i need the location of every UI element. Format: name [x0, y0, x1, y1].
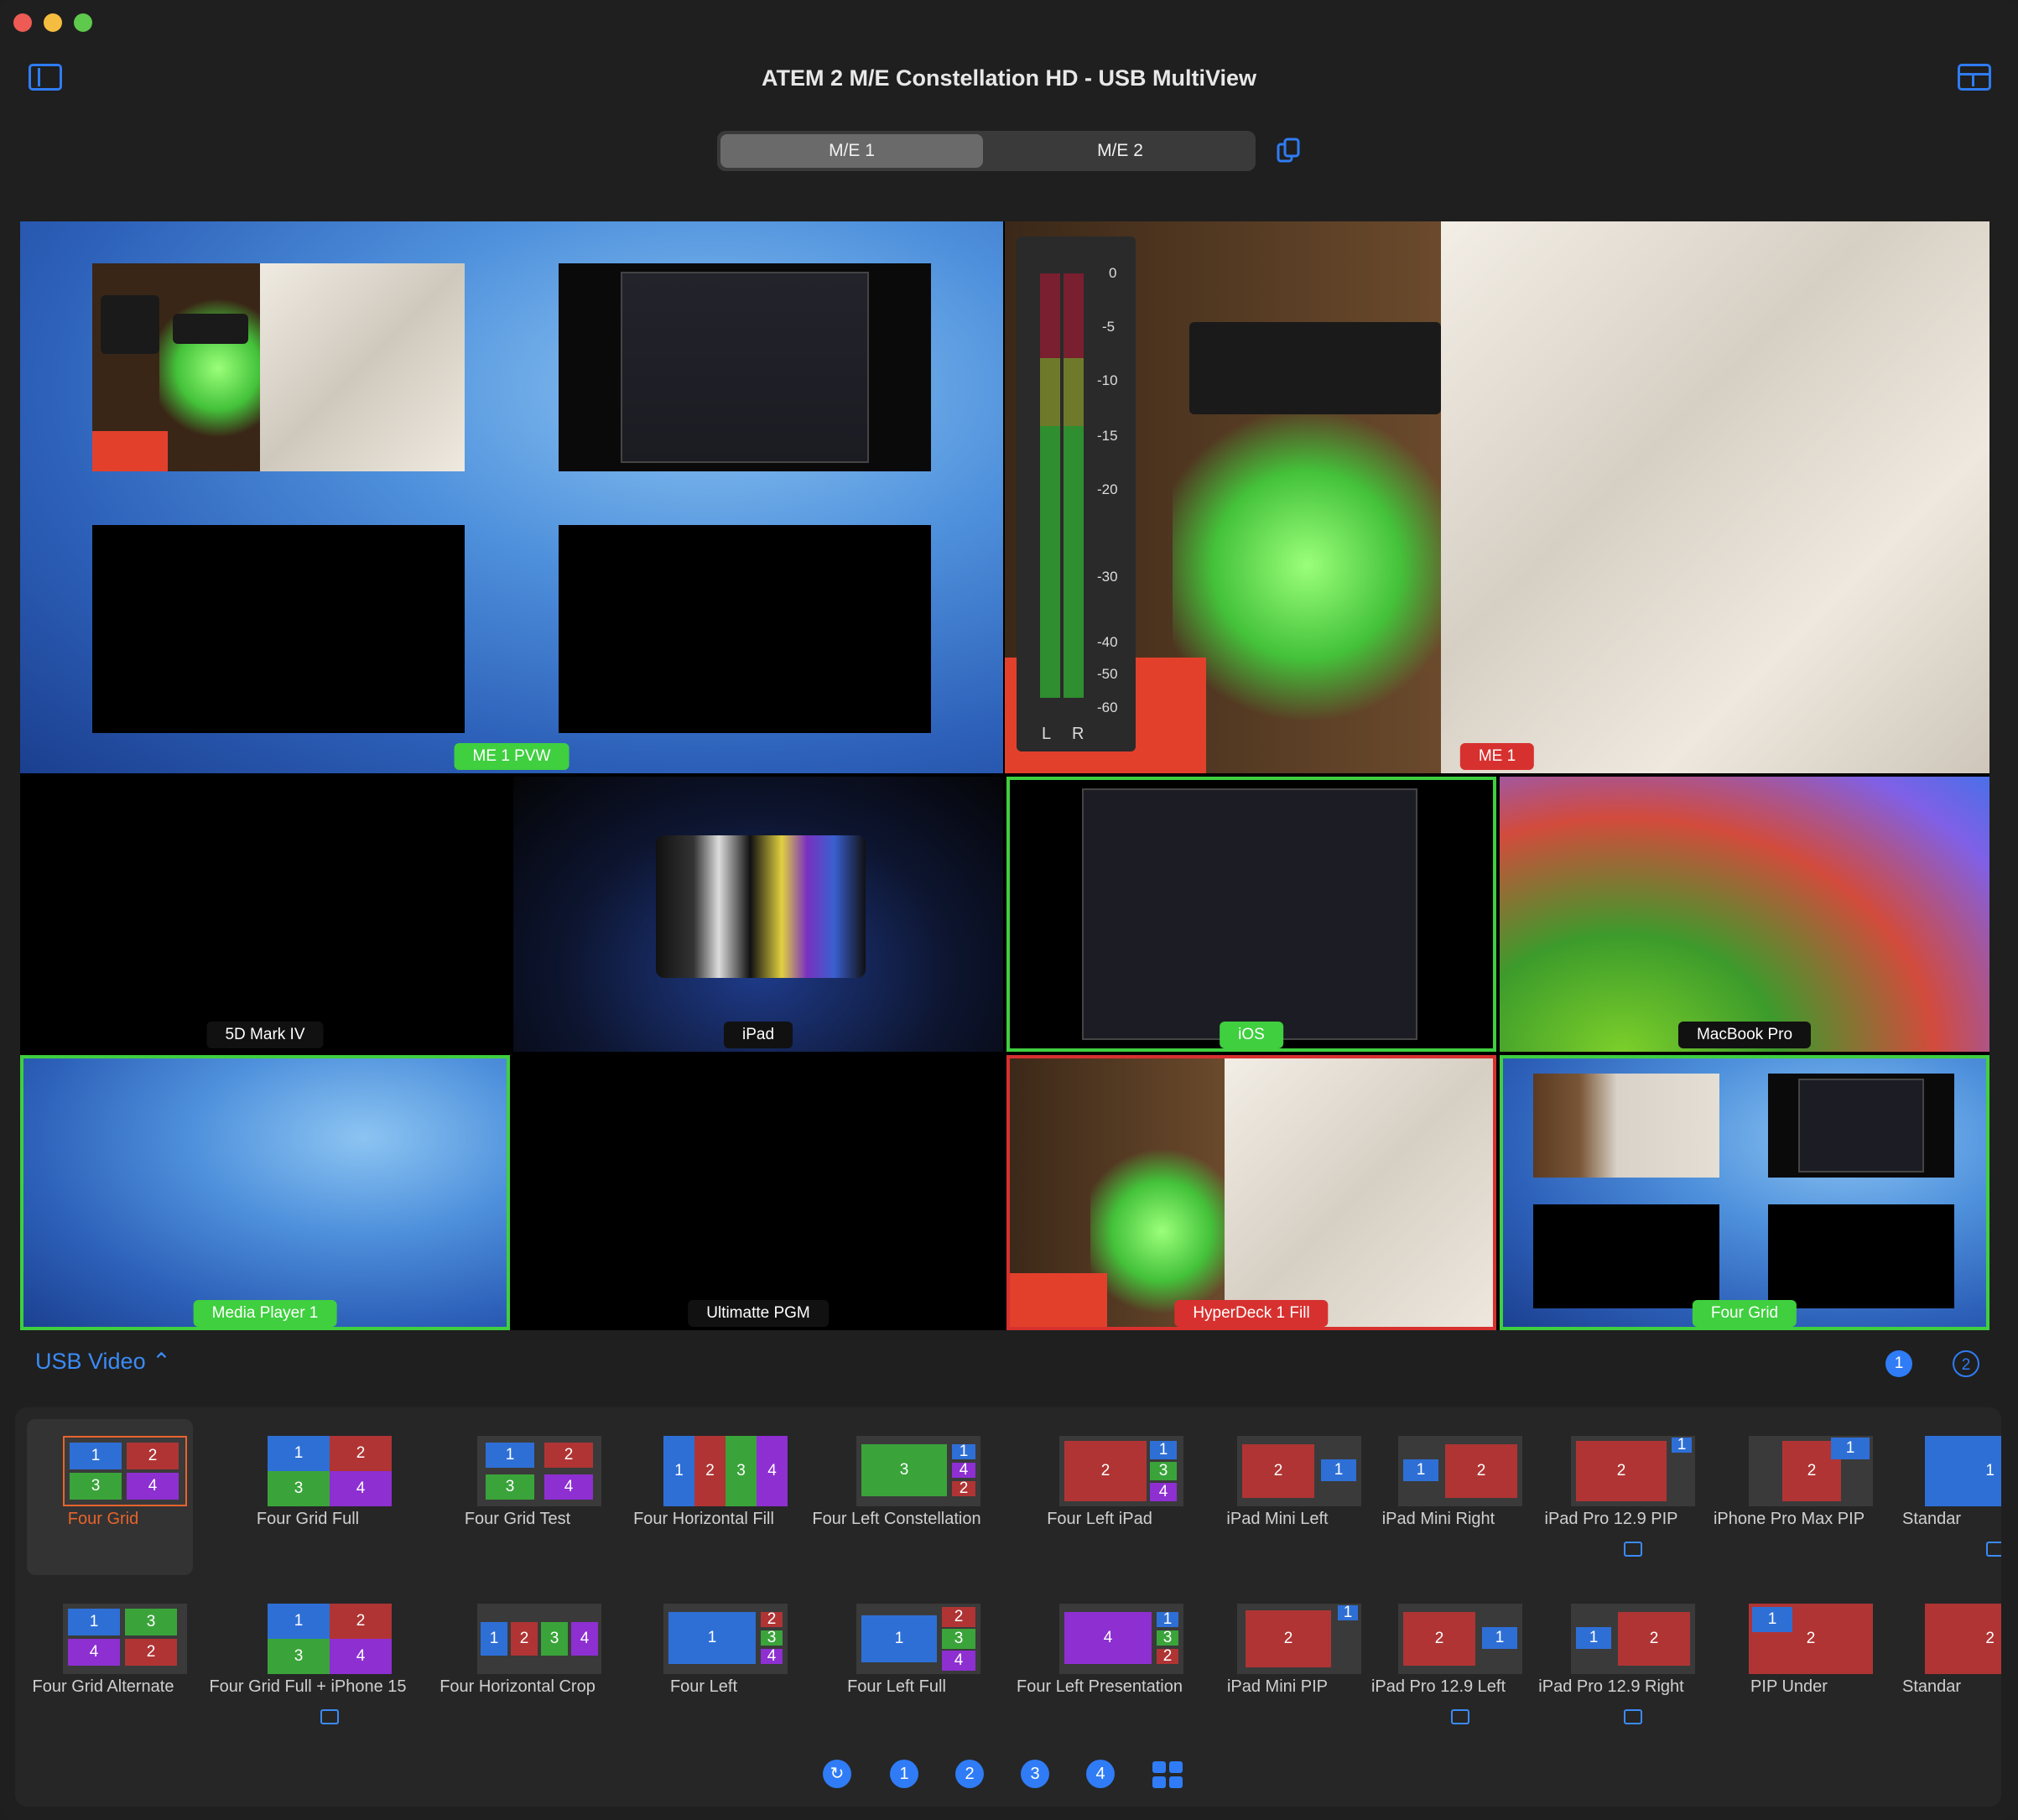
lock-icon	[1986, 1542, 2001, 1557]
segment-me1[interactable]: M/E 1	[720, 134, 983, 168]
source-macbook-pro[interactable]: MacBook Pro	[1500, 777, 1989, 1052]
nav-page-4[interactable]: 4	[1086, 1760, 1115, 1788]
meter-tick: 0	[1109, 265, 1117, 281]
source-ipad[interactable]: iPad	[513, 777, 1003, 1052]
source-5d-mark-iv[interactable]: 5D Mark IV	[20, 777, 510, 1052]
layout-toggle-icon[interactable]	[1958, 64, 1991, 91]
lock-icon	[320, 1709, 339, 1724]
meter-tick: -5	[1102, 319, 1116, 335]
pvw-sub-black-2	[559, 525, 931, 733]
program-pane[interactable]: 0 -5 -10 -15 -20 -30 -40 -50 -60 L R ME …	[1005, 221, 1989, 773]
source-media-player-1[interactable]: Media Player 1	[20, 1055, 510, 1330]
label-source: 5D Mark IV	[206, 1022, 324, 1048]
label-source: Four Grid	[1692, 1300, 1797, 1327]
phones-image	[656, 835, 866, 978]
layout-library: 1 2 3 4 Four Grid 1 2 3 4 Four Grid Full…	[15, 1407, 2001, 1807]
layout-name: iPhone Pro Max PIP	[1713, 1510, 1865, 1528]
me-segmented-control: M/E 1 M/E 2	[717, 131, 1256, 171]
meter-tick: -10	[1097, 372, 1118, 388]
meter-tick: -15	[1097, 428, 1118, 444]
source-ios[interactable]: iOS	[1006, 777, 1496, 1052]
meter-channel-r: R	[1072, 725, 1084, 743]
layout-name: Four Grid Full	[256, 1510, 360, 1528]
close-button[interactable]	[13, 13, 32, 32]
layout-name: Standar	[1902, 1510, 1962, 1528]
pvw-sub-camera	[92, 263, 465, 471]
meter-tick: -50	[1097, 666, 1118, 682]
usb-video-selector[interactable]: USB Video ⌃	[35, 1349, 171, 1375]
window-title: ATEM 2 M/E Constellation HD - USB MultiV…	[761, 65, 1257, 91]
audio-meter: 0 -5 -10 -15 -20 -30 -40 -50 -60 L R	[1017, 237, 1136, 751]
app-window: ATEM 2 M/E Constellation HD - USB MultiV…	[0, 0, 2018, 1820]
minimize-button[interactable]	[44, 13, 62, 32]
label-source: Ultimatte PGM	[688, 1300, 829, 1327]
meter-tick: -30	[1097, 569, 1118, 585]
layout-name: Four Grid Full + iPhone 15	[209, 1677, 407, 1696]
chevron-updown-icon: ⌃	[152, 1349, 171, 1374]
label-source: HyperDeck 1 Fill	[1174, 1300, 1329, 1327]
grid-view-icon[interactable]	[1152, 1761, 1183, 1788]
layout-name: Four Grid	[67, 1510, 139, 1528]
segment-me2[interactable]: M/E 2	[989, 134, 1251, 168]
pvw-sub-screen	[559, 263, 931, 471]
lock-icon	[1624, 1709, 1642, 1724]
multiview: ME 1 PVW 0 -5 -10 -15 -20 -30 -40 -50 -6…	[20, 221, 1989, 1330]
meter-tick: -60	[1097, 699, 1118, 715]
pvw-sub-black-1	[92, 525, 465, 733]
nav-page-2[interactable]: 2	[955, 1760, 984, 1788]
source-hyperdeck-1-fill[interactable]: HyperDeck 1 Fill	[1006, 1055, 1496, 1330]
page-2-button[interactable]: 2	[1953, 1350, 1979, 1377]
label-source: iPad	[723, 1022, 793, 1048]
label-source: iOS	[1220, 1022, 1283, 1048]
meter-tick: -20	[1097, 481, 1118, 497]
lock-icon	[1624, 1542, 1642, 1557]
refresh-icon[interactable]: ↻	[823, 1760, 851, 1788]
layout-name: PIP Under	[1750, 1677, 1828, 1696]
lock-icon	[1451, 1709, 1469, 1724]
nav-page-1[interactable]: 1	[890, 1760, 918, 1788]
layout-name: Four Left Full	[847, 1677, 946, 1696]
label-me1: ME 1	[1459, 743, 1535, 770]
copy-icon[interactable]	[1277, 138, 1300, 164]
meter-channel-l: L	[1042, 725, 1052, 743]
meter-tick: -40	[1097, 634, 1118, 650]
label-me1-pvw: ME 1 PVW	[454, 743, 570, 770]
nav-page-3[interactable]: 3	[1021, 1760, 1049, 1788]
layout-name: Four Grid Alternate	[32, 1677, 174, 1696]
zoom-button[interactable]	[74, 13, 92, 32]
page-1-button[interactable]: 1	[1885, 1350, 1912, 1377]
label-source: Media Player 1	[193, 1300, 337, 1327]
preview-pane[interactable]: ME 1 PVW	[20, 221, 1003, 773]
source-four-grid[interactable]: Four Grid	[1500, 1055, 1989, 1330]
layout-name: Four Left Constellation	[812, 1510, 981, 1528]
label-source: MacBook Pro	[1677, 1022, 1812, 1048]
usb-video-label: USB Video	[35, 1349, 146, 1374]
layout-name: Standar	[1902, 1677, 1962, 1696]
source-ultimatte-pgm[interactable]: Ultimatte PGM	[513, 1055, 1003, 1330]
